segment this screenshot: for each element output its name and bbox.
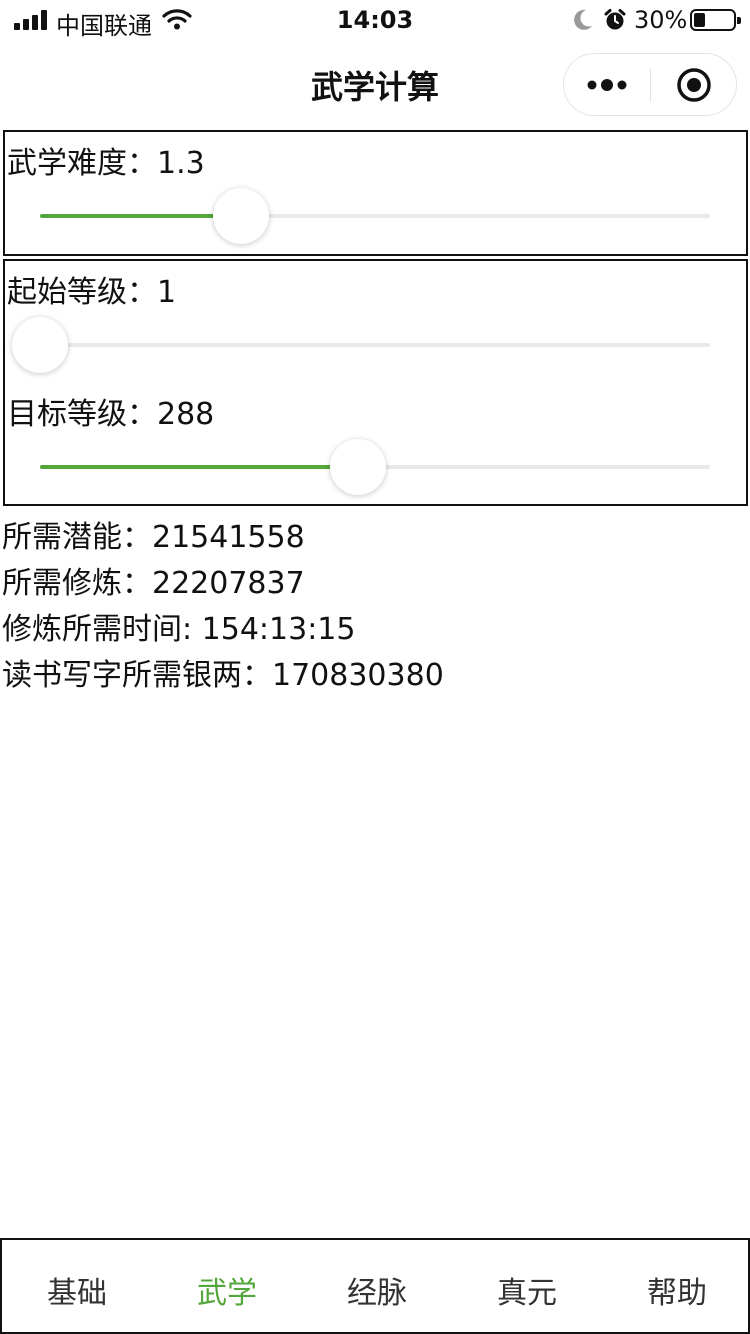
more-dots-icon <box>587 78 627 91</box>
slider-track <box>40 343 710 347</box>
target-circle-icon <box>677 67 711 102</box>
target-level-label-text: 目标等级： <box>7 397 157 432</box>
difficulty-panel: 武学难度：1.3 <box>3 130 748 256</box>
target-level-label: 目标等级：288 <box>7 389 214 433</box>
tab-meridians[interactable]: 经脉 <box>302 1268 452 1312</box>
mini-program-capsule <box>563 53 737 116</box>
slider-thumb[interactable] <box>330 439 387 495</box>
more-button[interactable] <box>564 54 650 115</box>
tab-help[interactable]: 帮助 <box>602 1268 750 1312</box>
status-bar: 中国联通 14:03 30% <box>0 0 750 42</box>
close-button[interactable] <box>651 54 737 115</box>
target-level-value: 288 <box>157 397 215 432</box>
battery-icon <box>690 9 741 31</box>
result-silver: 读书写字所需银两：170830380 <box>2 650 444 694</box>
start-level-label-text: 起始等级： <box>7 275 157 310</box>
result-training-time: 修炼所需时间: 154:13:15 <box>2 604 355 648</box>
level-panel: 起始等级：1 目标等级：288 <box>3 259 748 506</box>
battery-percent: 30% <box>634 6 688 34</box>
start-level-slider[interactable] <box>12 315 710 375</box>
difficulty-label: 武学难度：1.3 <box>7 138 205 182</box>
battery-level <box>694 13 706 27</box>
difficulty-label-text: 武学难度： <box>7 146 157 181</box>
tab-bar: 基础 武学 经脉 真元 帮助 <box>0 1238 750 1334</box>
start-level-label: 起始等级：1 <box>7 267 176 311</box>
do-not-disturb-icon <box>572 8 594 36</box>
result-label: 所需修炼： <box>2 566 152 601</box>
result-potential: 所需潜能：21541558 <box>2 512 305 556</box>
difficulty-slider[interactable] <box>40 186 710 246</box>
result-value: 21541558 <box>152 520 305 555</box>
result-label: 修炼所需时间: <box>2 612 202 647</box>
slider-fill <box>40 214 241 218</box>
tab-true-essence[interactable]: 真元 <box>452 1268 602 1312</box>
result-value: 154:13:15 <box>201 612 356 647</box>
result-training: 所需修炼：22207837 <box>2 558 305 602</box>
result-value: 170830380 <box>272 658 444 693</box>
tab-martial-arts[interactable]: 武学 <box>152 1268 302 1312</box>
result-value: 22207837 <box>152 566 305 601</box>
slider-fill <box>40 465 359 469</box>
start-level-value: 1 <box>157 275 177 310</box>
alarm-icon <box>603 8 627 36</box>
tab-basic[interactable]: 基础 <box>2 1268 152 1312</box>
slider-thumb[interactable] <box>12 317 68 373</box>
target-level-slider[interactable] <box>40 437 710 497</box>
result-label: 读书写字所需银两： <box>2 658 272 693</box>
result-label: 所需潜能： <box>2 520 152 555</box>
difficulty-value: 1.3 <box>157 146 205 181</box>
slider-thumb[interactable] <box>213 188 269 244</box>
